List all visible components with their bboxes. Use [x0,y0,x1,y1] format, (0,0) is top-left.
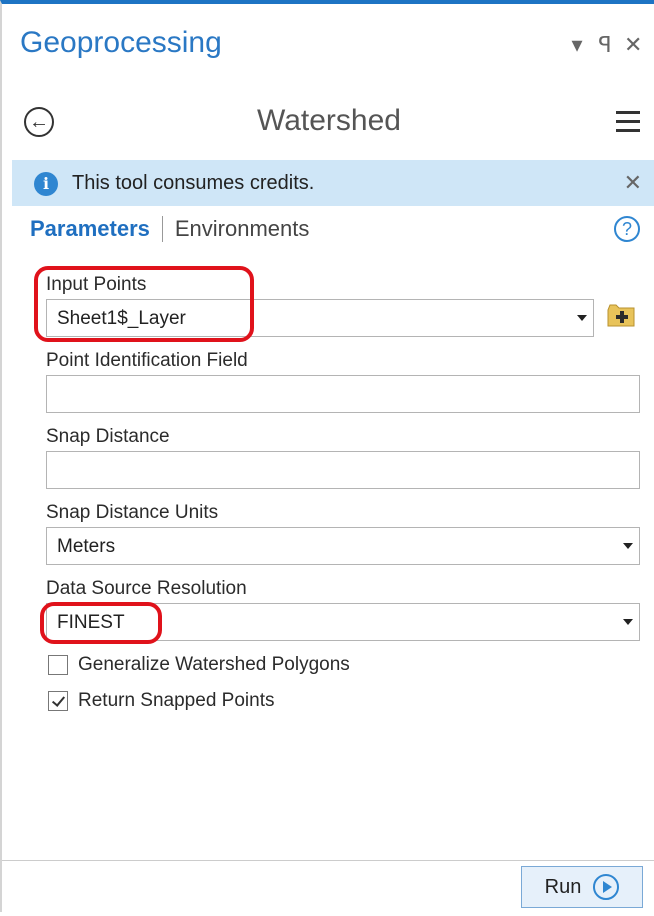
browse-folder-icon[interactable] [606,302,636,328]
point-id-field-input[interactable] [46,375,640,413]
chevron-down-icon [577,315,587,321]
play-icon [593,874,620,900]
run-label: Run [544,875,582,898]
tab-bar: Parameters Environments [30,216,309,242]
resolution-value: FINEST [57,612,125,633]
chevron-down-icon [623,619,633,625]
point-id-field-label: Point Identification Field [46,350,248,371]
banner-message: This tool consumes credits. [72,172,315,194]
chevron-down-icon [623,543,633,549]
generalize-checkbox-row: Generalize Watershed Polygons [48,654,350,676]
tab-environments[interactable]: Environments [175,216,310,242]
banner-close-icon[interactable]: ✕ [624,170,642,196]
input-points-value: Sheet1$_Layer [57,308,186,329]
tool-title: Watershed [257,104,401,137]
help-icon[interactable]: ? [614,216,640,242]
geoprocessing-pane: Geoprocessing ▾ ꟼ ✕ ← Watershed i This t… [0,0,654,916]
generalize-checkbox[interactable] [48,655,68,675]
window-controls: ▾ ꟼ ✕ [568,32,642,58]
pane-title: Geoprocessing [20,26,222,59]
return-snapped-checkbox-row: Return Snapped Points [48,690,274,712]
pin-icon[interactable]: ꟼ [596,32,614,58]
tab-divider [161,216,163,242]
generalize-label: Generalize Watershed Polygons [78,654,350,675]
return-snapped-label: Return Snapped Points [78,690,275,711]
snap-distance-label: Snap Distance [46,426,170,447]
info-banner: i This tool consumes credits. ✕ [12,160,654,206]
close-icon[interactable]: ✕ [624,32,642,58]
menu-icon[interactable] [616,111,640,133]
info-icon: i [34,172,58,196]
input-points-dropdown[interactable]: Sheet1$_Layer [46,299,594,337]
snap-units-dropdown[interactable]: Meters [46,527,640,565]
tab-parameters[interactable]: Parameters [30,216,150,242]
snap-units-label: Snap Distance Units [46,502,219,523]
input-points-label: Input Points [46,274,147,295]
snap-units-value: Meters [57,536,116,557]
dropdown-icon[interactable]: ▾ [568,32,586,58]
resolution-dropdown[interactable]: FINEST [46,603,640,641]
run-button[interactable]: Run [521,866,643,908]
return-snapped-checkbox[interactable] [48,691,68,711]
snap-distance-input[interactable] [46,451,640,489]
resolution-label: Data Source Resolution [46,578,247,599]
